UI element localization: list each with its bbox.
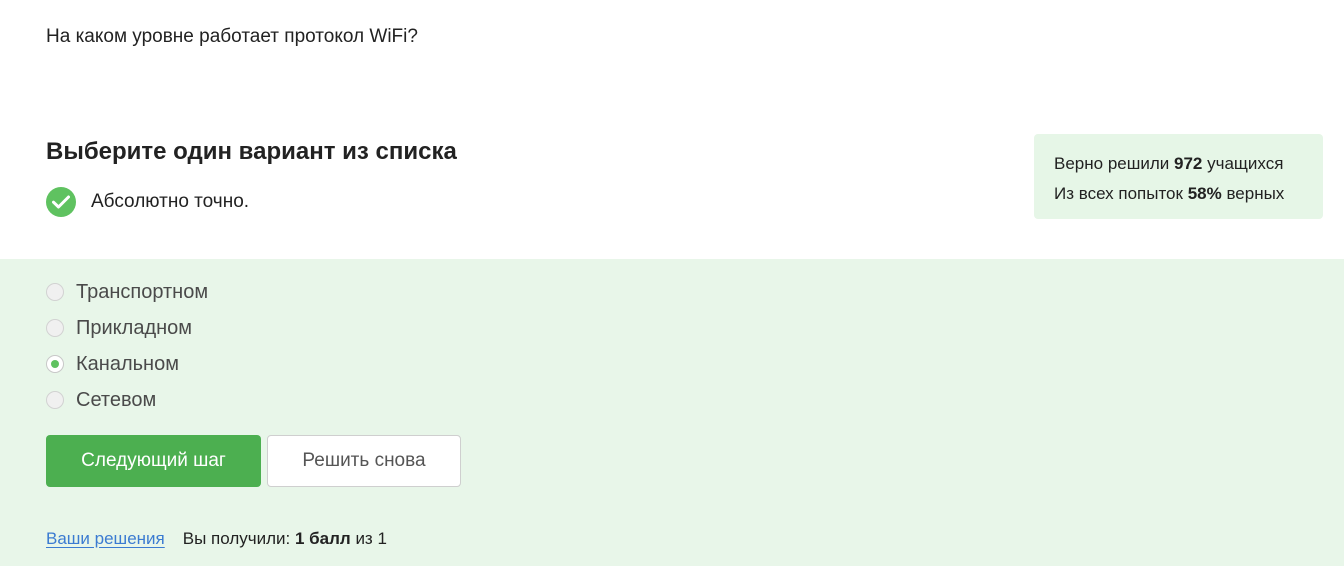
next-step-button[interactable]: Следующий шаг <box>46 435 261 487</box>
option-label: Канальном <box>76 352 179 375</box>
check-icon <box>46 187 76 217</box>
correct-percent: 58% <box>1187 184 1222 203</box>
stats-panel: Верно решили 972 учащихся Из всех попыто… <box>1034 134 1323 219</box>
radio-button[interactable] <box>46 391 64 409</box>
radio-button-selected[interactable] <box>46 355 64 373</box>
attempts-suffix: верных <box>1226 184 1285 203</box>
option-datalink[interactable]: Канальном <box>46 352 179 376</box>
solvers-suffix: учащихся <box>1207 154 1284 173</box>
your-solutions-link[interactable]: Ваши решения <box>46 527 165 551</box>
score-value: 1 балл <box>294 529 351 548</box>
footer: Ваши решения Вы получили: 1 балл из 1 <box>46 527 387 551</box>
option-label: Сетевом <box>76 388 157 411</box>
score-prefix: Вы получили: <box>182 529 291 548</box>
option-network[interactable]: Сетевом <box>46 388 156 412</box>
option-label: Прикладном <box>76 316 193 339</box>
answer-area: Транспортном Прикладном Канальном Сетево… <box>0 259 1344 566</box>
instruction-heading: Выберите один вариант из списка <box>46 138 457 165</box>
radio-dot <box>51 360 59 368</box>
radio-button[interactable] <box>46 283 64 301</box>
solve-again-button[interactable]: Решить снова <box>267 435 461 487</box>
score-text: Вы получили: 1 балл из 1 <box>183 527 387 551</box>
attempts-prefix: Из всех попыток <box>1054 184 1183 203</box>
attempts-line: Из всех попыток 58% верных <box>1054 179 1323 209</box>
option-application[interactable]: Прикладном <box>46 316 192 340</box>
solvers-prefix: Верно решили <box>1054 154 1170 173</box>
score-suffix: из 1 <box>355 529 387 548</box>
solvers-count: 972 <box>1174 154 1203 173</box>
option-transport[interactable]: Транспортном <box>46 280 208 304</box>
feedback-message: Абсолютно точно. <box>46 187 249 217</box>
solvers-line: Верно решили 972 учащихся <box>1054 149 1323 179</box>
radio-button[interactable] <box>46 319 64 337</box>
question-text: На каком уровне работает протокол WiFi? <box>46 26 418 47</box>
feedback-text: Абсолютно точно. <box>91 191 250 212</box>
option-label: Транспортном <box>76 280 209 303</box>
